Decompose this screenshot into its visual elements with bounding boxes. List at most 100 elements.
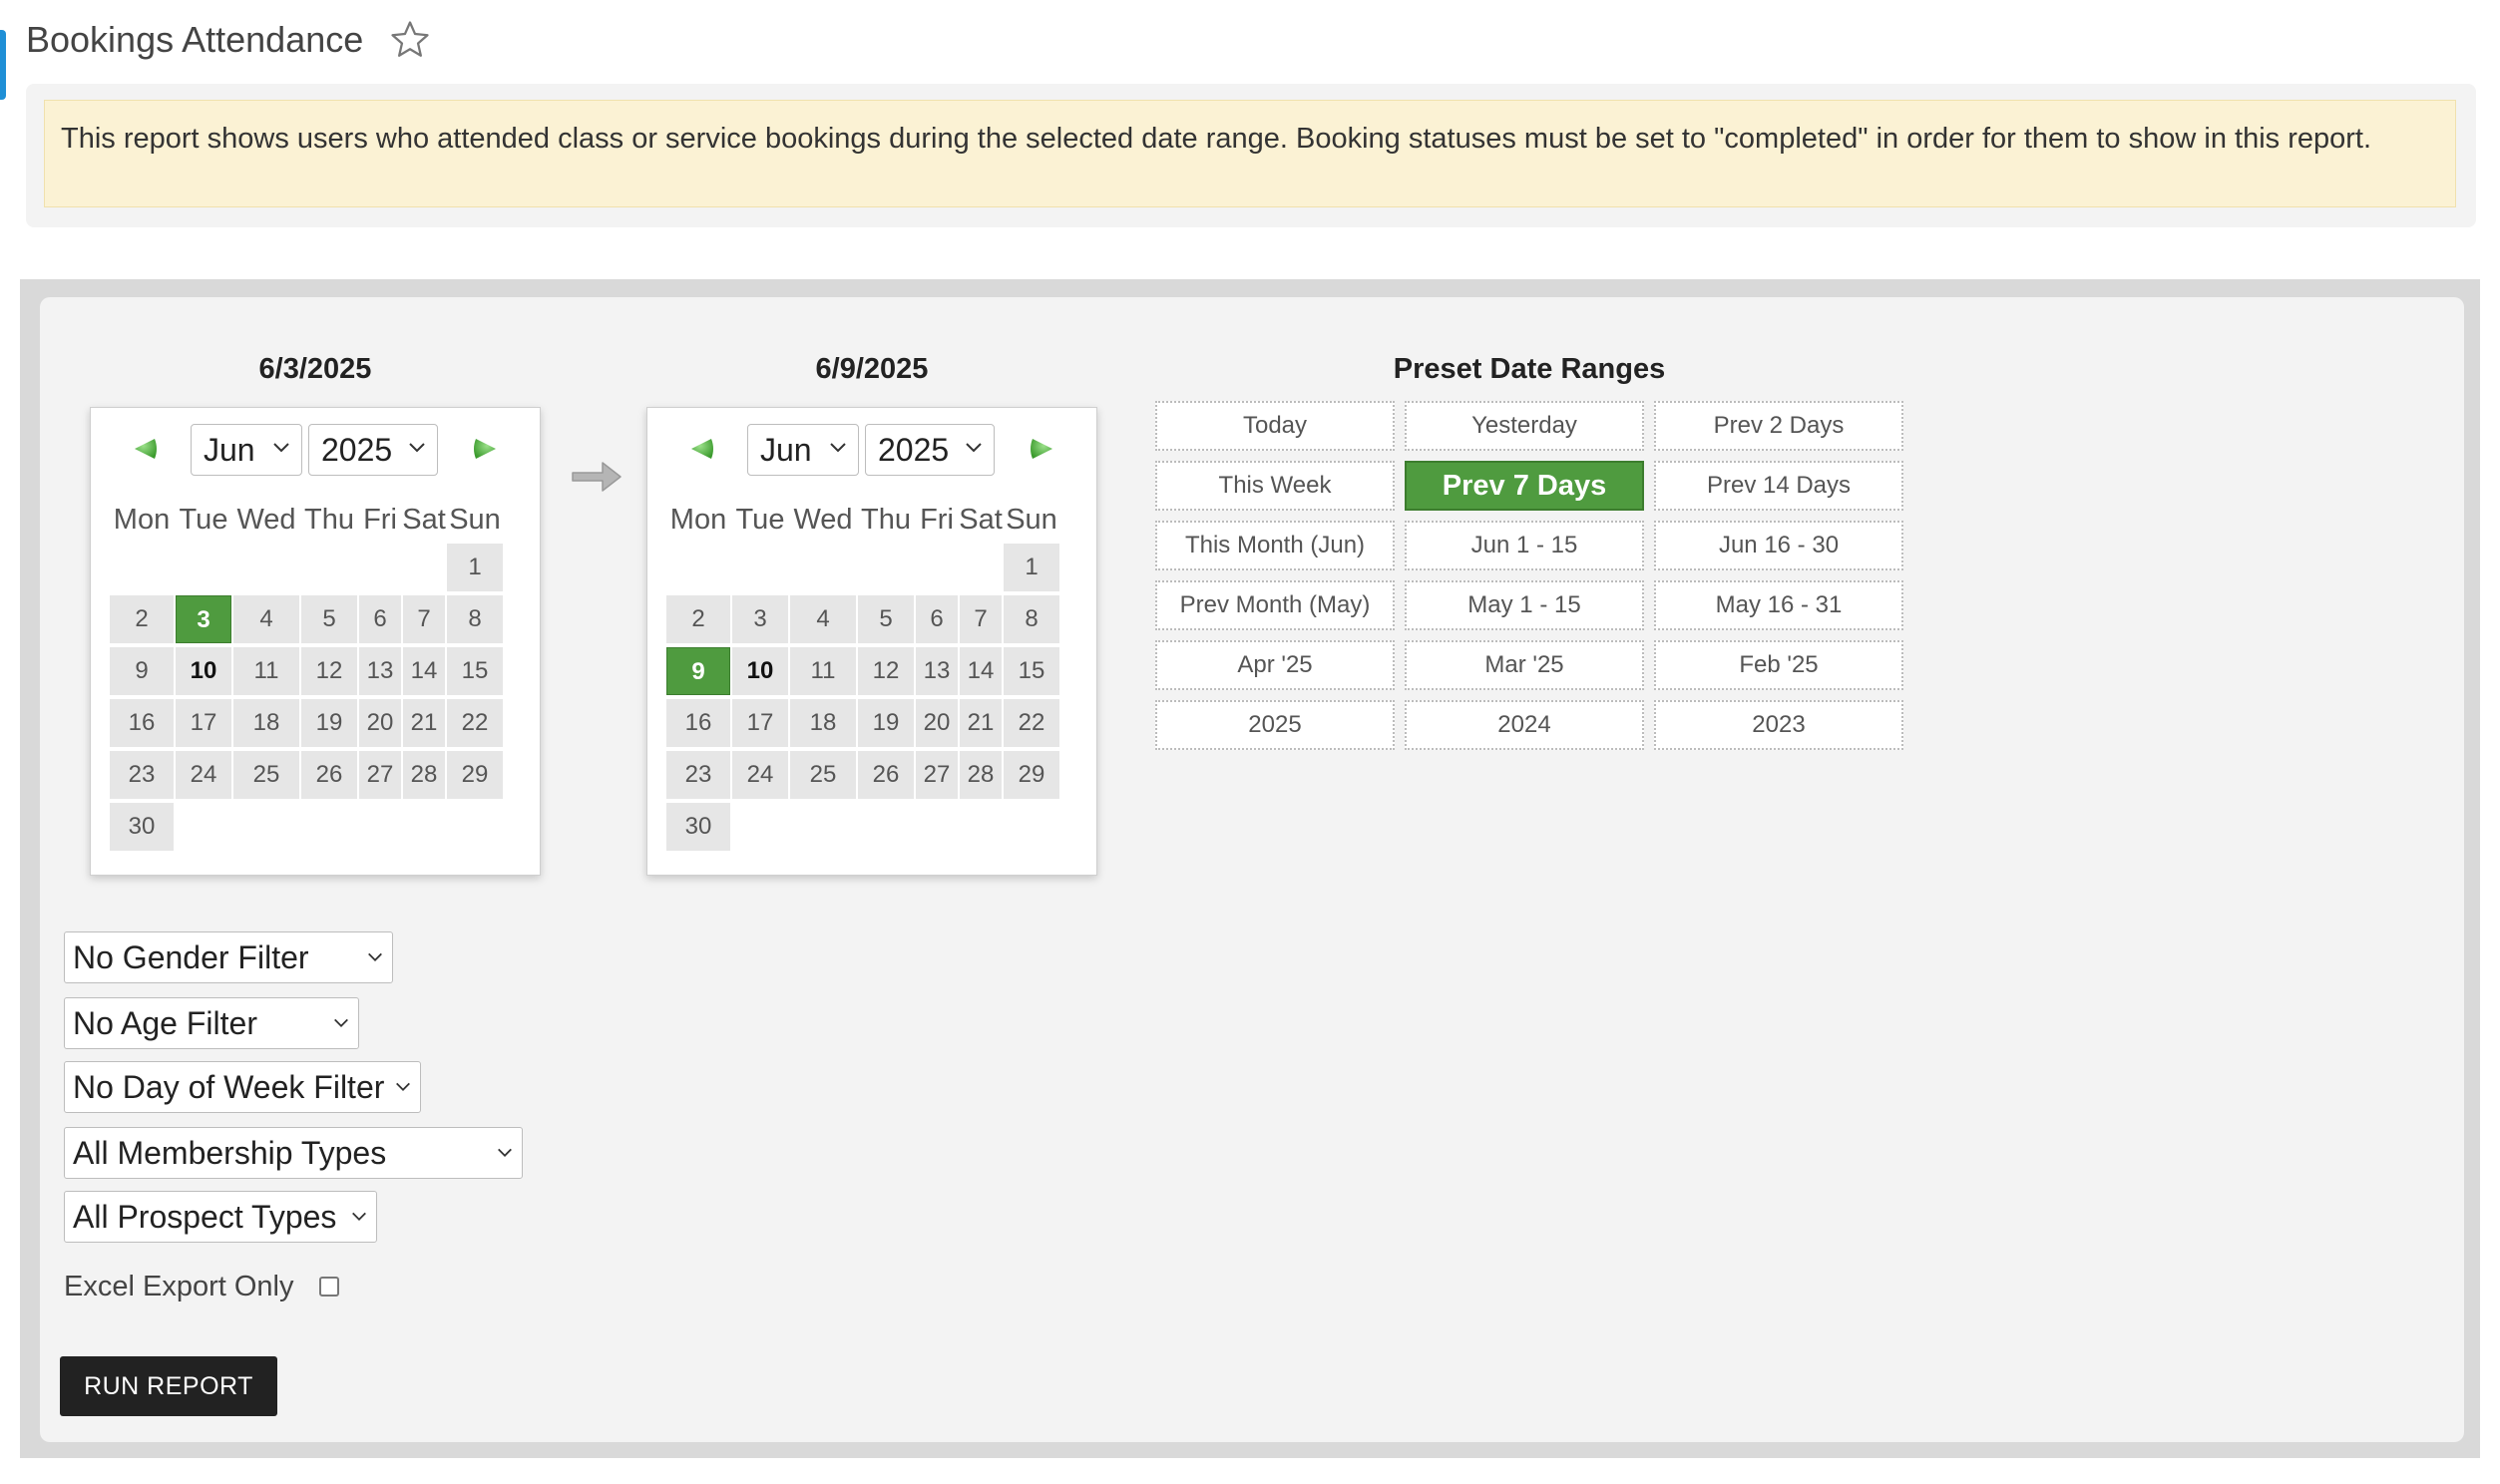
calendar-day-5[interactable]: 5 [301,595,357,643]
preset-2025[interactable]: 2025 [1155,700,1395,750]
prospect-type-select[interactable]: All Prospect Types [64,1191,377,1243]
calendar-day-17[interactable]: 17 [732,699,788,747]
calendar-day-24[interactable]: 24 [732,751,788,799]
preset-apr-25[interactable]: Apr '25 [1155,640,1395,690]
calendar-day-28[interactable]: 28 [403,751,445,799]
calendar-day-26[interactable]: 26 [301,751,357,799]
calendar-day-28[interactable]: 28 [960,751,1002,799]
start-month-select[interactable]: Jun [191,424,302,476]
calendar-day-30[interactable]: 30 [110,803,174,851]
calendar-week-row: 2345678 [665,593,1080,645]
calendar-day-11[interactable]: 11 [790,647,856,695]
preset-prev-14-days[interactable]: Prev 14 Days [1654,461,1903,511]
calendar-day-17[interactable]: 17 [176,699,231,747]
age-filter-select[interactable]: No Age Filter [64,997,359,1049]
gender-filter-select[interactable]: No Gender Filter [64,931,393,983]
end-month-select[interactable]: Jun [747,424,859,476]
preset-2023[interactable]: 2023 [1654,700,1903,750]
calendar-day-20[interactable]: 20 [359,699,401,747]
calendar-day-26[interactable]: 26 [858,751,914,799]
run-report-button[interactable]: RUN REPORT [60,1356,277,1416]
calendar-empty-cell [960,544,1002,591]
calendar-day-2[interactable]: 2 [110,595,174,643]
preset-prev-7-days[interactable]: Prev 7 Days [1405,461,1644,511]
calendar-day-4[interactable]: 4 [790,595,856,643]
calendar-day-13[interactable]: 13 [359,647,401,695]
calendar-day-1[interactable]: 1 [447,544,503,591]
preset-2024[interactable]: 2024 [1405,700,1644,750]
preset-may-16-31[interactable]: May 16 - 31 [1654,580,1903,630]
calendar-day-11[interactable]: 11 [233,647,299,695]
calendar-day-14[interactable]: 14 [403,647,445,695]
preset-today[interactable]: Today [1155,401,1395,451]
calendar-day-21[interactable]: 21 [960,699,1002,747]
calendar-day-29[interactable]: 29 [447,751,503,799]
calendar-day-6[interactable]: 6 [359,595,401,643]
calendar-day-8[interactable]: 8 [447,595,503,643]
star-icon[interactable] [389,19,431,61]
calendar-day-18[interactable]: 18 [233,699,299,747]
calendar-day-6[interactable]: 6 [916,595,958,643]
calendar-day-8[interactable]: 8 [1004,595,1059,643]
prev-month-arrow-icon[interactable] [687,434,717,464]
preset-yesterday[interactable]: Yesterday [1405,401,1644,451]
calendar-day-10[interactable]: 10 [732,647,788,695]
gender-filter-value: No Gender Filter [73,939,309,975]
calendar-day-19[interactable]: 19 [301,699,357,747]
preset-jun-1-15[interactable]: Jun 1 - 15 [1405,521,1644,570]
next-month-arrow-icon[interactable] [470,434,500,464]
calendar-day-16[interactable]: 16 [110,699,174,747]
calendar-day-2[interactable]: 2 [666,595,730,643]
calendar-day-4[interactable]: 4 [233,595,299,643]
calendar-day-22[interactable]: 22 [447,699,503,747]
preset-this-month-jun[interactable]: This Month (Jun) [1155,521,1395,570]
calendar-day-3[interactable]: 3 [732,595,788,643]
calendar-day-16[interactable]: 16 [666,699,730,747]
calendar-day-25[interactable]: 25 [790,751,856,799]
calendar-day-25[interactable]: 25 [233,751,299,799]
preset-mar-25[interactable]: Mar '25 [1405,640,1644,690]
calendar-day-22[interactable]: 22 [1004,699,1059,747]
preset-may-1-15[interactable]: May 1 - 15 [1405,580,1644,630]
next-month-arrow-icon[interactable] [1027,434,1056,464]
day-of-week-filter-select[interactable]: No Day of Week Filter [64,1061,421,1113]
preset-feb-25[interactable]: Feb '25 [1654,640,1903,690]
prev-month-arrow-icon[interactable] [131,434,161,464]
calendar-day-19[interactable]: 19 [858,699,914,747]
membership-type-select[interactable]: All Membership Types [64,1127,523,1179]
calendar-day-24[interactable]: 24 [176,751,231,799]
preset-prev-2-days[interactable]: Prev 2 Days [1654,401,1903,451]
preset-this-week[interactable]: This Week [1155,461,1395,511]
calendar-day-3[interactable]: 3 [176,595,231,643]
preset-prev-month-may[interactable]: Prev Month (May) [1155,580,1395,630]
calendar-day-18[interactable]: 18 [790,699,856,747]
calendar-day-15[interactable]: 15 [447,647,503,695]
calendar-day-14[interactable]: 14 [960,647,1002,695]
calendar-day-12[interactable]: 12 [301,647,357,695]
calendar-day-5[interactable]: 5 [858,595,914,643]
calendar-day-12[interactable]: 12 [858,647,914,695]
calendar-day-23[interactable]: 23 [110,751,174,799]
calendar-day-1[interactable]: 1 [1004,544,1059,591]
calendar-day-30[interactable]: 30 [666,803,730,851]
calendar-day-7[interactable]: 7 [960,595,1002,643]
excel-export-checkbox[interactable] [319,1277,340,1297]
calendar-day-27[interactable]: 27 [916,751,958,799]
calendar-day-23[interactable]: 23 [666,751,730,799]
end-year-select[interactable]: 2025 [865,424,995,476]
calendar-day-21[interactable]: 21 [403,699,445,747]
calendar-day-13[interactable]: 13 [916,647,958,695]
calendar-day-15[interactable]: 15 [1004,647,1059,695]
calendar-day-9[interactable]: 9 [110,647,174,695]
membership-type-value: All Membership Types [73,1135,387,1171]
calendar-day-10[interactable]: 10 [176,647,231,695]
calendar-day-29[interactable]: 29 [1004,751,1059,799]
weekday-label: Fri [363,504,397,536]
preset-jun-16-30[interactable]: Jun 16 - 30 [1654,521,1903,570]
start-calendar-nav: Jun 2025 [91,424,540,476]
calendar-day-7[interactable]: 7 [403,595,445,643]
calendar-day-27[interactable]: 27 [359,751,401,799]
calendar-day-9[interactable]: 9 [666,647,730,695]
start-year-select[interactable]: 2025 [308,424,438,476]
calendar-day-20[interactable]: 20 [916,699,958,747]
